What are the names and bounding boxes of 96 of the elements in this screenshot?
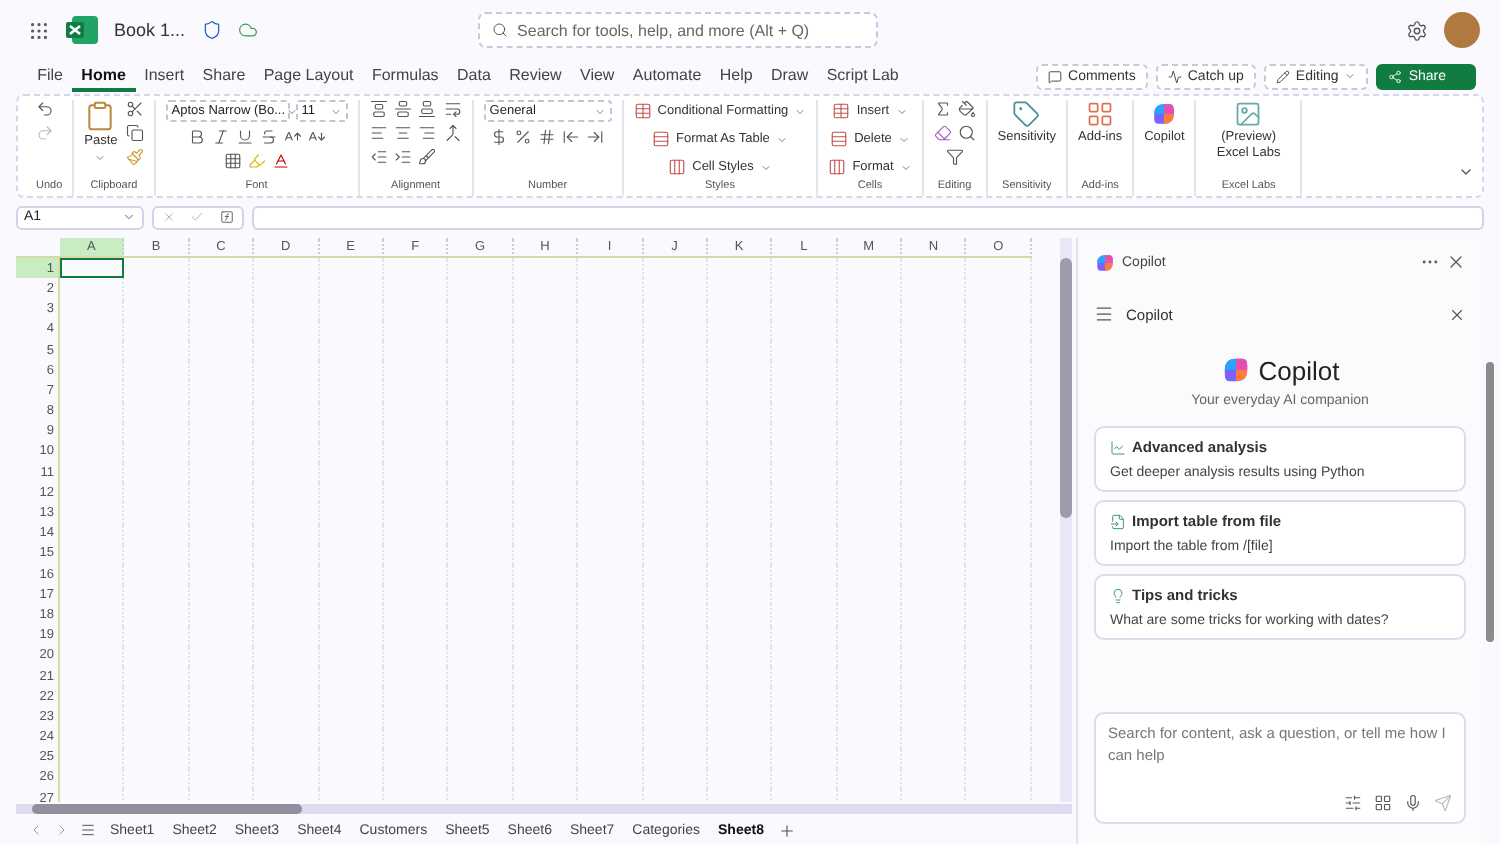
pane-scrollbar[interactable] bbox=[1486, 362, 1494, 642]
grid-icon bbox=[1086, 100, 1115, 128]
ribbon-tab[interactable]: File bbox=[28, 60, 73, 92]
avatar[interactable] bbox=[1444, 12, 1480, 48]
close-icon[interactable] bbox=[1448, 305, 1466, 323]
grow-font-icon[interactable] bbox=[283, 128, 302, 146]
eraser-icon[interactable] bbox=[933, 124, 952, 142]
ribbon-tab[interactable]: Script Lab bbox=[817, 60, 908, 92]
shrink-font-icon[interactable] bbox=[307, 128, 326, 146]
table-icon bbox=[652, 130, 671, 148]
wrap-text-icon[interactable] bbox=[443, 100, 462, 118]
underline-icon[interactable] bbox=[235, 128, 254, 146]
comment-icon bbox=[1048, 69, 1063, 83]
increase-decimal-icon[interactable] bbox=[586, 128, 605, 146]
align-top-icon[interactable] bbox=[369, 100, 388, 118]
ribbon-tab[interactable]: Share bbox=[193, 60, 255, 92]
ribbon-tab[interactable]: Data bbox=[447, 60, 500, 92]
search-field[interactable]: Search for tools, help, and more (Alt + Q) bbox=[477, 12, 878, 48]
caret-icon[interactable] bbox=[122, 210, 136, 224]
cloud-icon bbox=[237, 20, 258, 40]
bold-icon[interactable] bbox=[187, 128, 206, 146]
fill-icon[interactable] bbox=[957, 100, 976, 118]
collapse-ribbon-icon[interactable] bbox=[1458, 164, 1474, 180]
ribbon-tab[interactable]: Page Layout bbox=[254, 60, 363, 92]
app-launcher-icon[interactable] bbox=[28, 19, 50, 41]
ribbon-tab[interactable]: View bbox=[570, 60, 624, 92]
image-icon bbox=[1234, 100, 1263, 128]
strikethrough-icon[interactable] bbox=[259, 128, 278, 146]
selected-cell[interactable] bbox=[60, 258, 125, 279]
cancel-icon bbox=[161, 210, 176, 224]
horizontal-scrollbar[interactable] bbox=[16, 804, 1072, 814]
sum-icon[interactable] bbox=[933, 100, 952, 118]
align-bottom-icon[interactable] bbox=[417, 100, 436, 118]
currency-icon[interactable] bbox=[490, 128, 509, 146]
merge-icon[interactable] bbox=[443, 124, 462, 142]
undo-icon[interactable] bbox=[36, 100, 54, 118]
ribbon-tab[interactable]: Draw bbox=[761, 60, 818, 92]
pencil-icon bbox=[1275, 69, 1290, 83]
excel-logo-icon bbox=[66, 16, 98, 44]
tips-icon bbox=[1110, 587, 1126, 603]
shield-icon bbox=[201, 20, 222, 40]
ribbon-tab[interactable]: Review bbox=[500, 60, 571, 92]
file-name[interactable]: Book 1... bbox=[114, 20, 186, 40]
indent-increase-icon[interactable] bbox=[393, 148, 412, 166]
menu-icon[interactable] bbox=[1094, 304, 1114, 324]
table-icon bbox=[633, 102, 652, 120]
copilot-icon bbox=[1150, 100, 1179, 128]
align-right-icon[interactable] bbox=[417, 124, 436, 142]
cut-icon[interactable] bbox=[125, 100, 144, 118]
menu-icon[interactable] bbox=[80, 822, 96, 838]
formula-input[interactable] bbox=[252, 205, 1484, 229]
comma-style-icon[interactable] bbox=[538, 128, 557, 146]
table-icon bbox=[668, 158, 687, 176]
clipboard-icon bbox=[84, 100, 117, 132]
indent-decrease-icon[interactable] bbox=[369, 148, 388, 166]
orientation-icon[interactable] bbox=[417, 148, 436, 166]
italic-icon[interactable] bbox=[211, 128, 230, 146]
vertical-scrollbar[interactable] bbox=[1060, 238, 1072, 802]
ribbon-tab[interactable]: Formulas bbox=[362, 60, 448, 92]
share-icon bbox=[1388, 69, 1403, 83]
tag-icon bbox=[1012, 100, 1041, 128]
copilot-title: Copilot bbox=[1258, 355, 1340, 385]
copilot-logo-icon bbox=[1094, 251, 1116, 273]
sliders-icon bbox=[1344, 794, 1362, 812]
caret-icon bbox=[94, 152, 107, 165]
send-icon bbox=[1434, 794, 1452, 812]
percent-icon[interactable] bbox=[514, 128, 533, 146]
decrease-decimal-icon[interactable] bbox=[562, 128, 581, 146]
file-icon bbox=[1110, 513, 1126, 529]
pulse-icon bbox=[1167, 69, 1182, 83]
align-middle-icon[interactable] bbox=[393, 100, 412, 118]
copy-icon[interactable] bbox=[125, 124, 144, 142]
filter-icon[interactable] bbox=[945, 148, 964, 166]
ribbon-tab[interactable]: Help bbox=[710, 60, 762, 92]
table-icon bbox=[828, 158, 847, 176]
table-icon bbox=[832, 102, 851, 120]
function-icon bbox=[220, 210, 235, 224]
ribbon-tab[interactable]: Insert bbox=[135, 60, 194, 92]
font-color-icon[interactable] bbox=[271, 152, 290, 170]
add-sheet-icon[interactable] bbox=[777, 821, 796, 839]
microphone-icon bbox=[1404, 794, 1422, 812]
search-icon[interactable] bbox=[957, 124, 976, 142]
align-center-icon[interactable] bbox=[393, 124, 412, 142]
settings-icon[interactable] bbox=[1406, 19, 1428, 41]
close-icon[interactable] bbox=[1446, 252, 1466, 272]
grid-icon bbox=[1374, 794, 1392, 812]
table-icon bbox=[830, 130, 849, 148]
align-left-icon[interactable] bbox=[369, 124, 388, 142]
ribbon-tab[interactable]: Automate bbox=[623, 60, 711, 92]
borders-icon[interactable] bbox=[223, 152, 242, 170]
check-icon bbox=[190, 210, 205, 224]
search-icon bbox=[491, 22, 508, 38]
copilot-logo-icon bbox=[1220, 354, 1253, 386]
chart-icon bbox=[1110, 439, 1126, 455]
next-sheet-icon[interactable] bbox=[54, 822, 70, 838]
previous-sheet-icon[interactable] bbox=[28, 822, 44, 838]
